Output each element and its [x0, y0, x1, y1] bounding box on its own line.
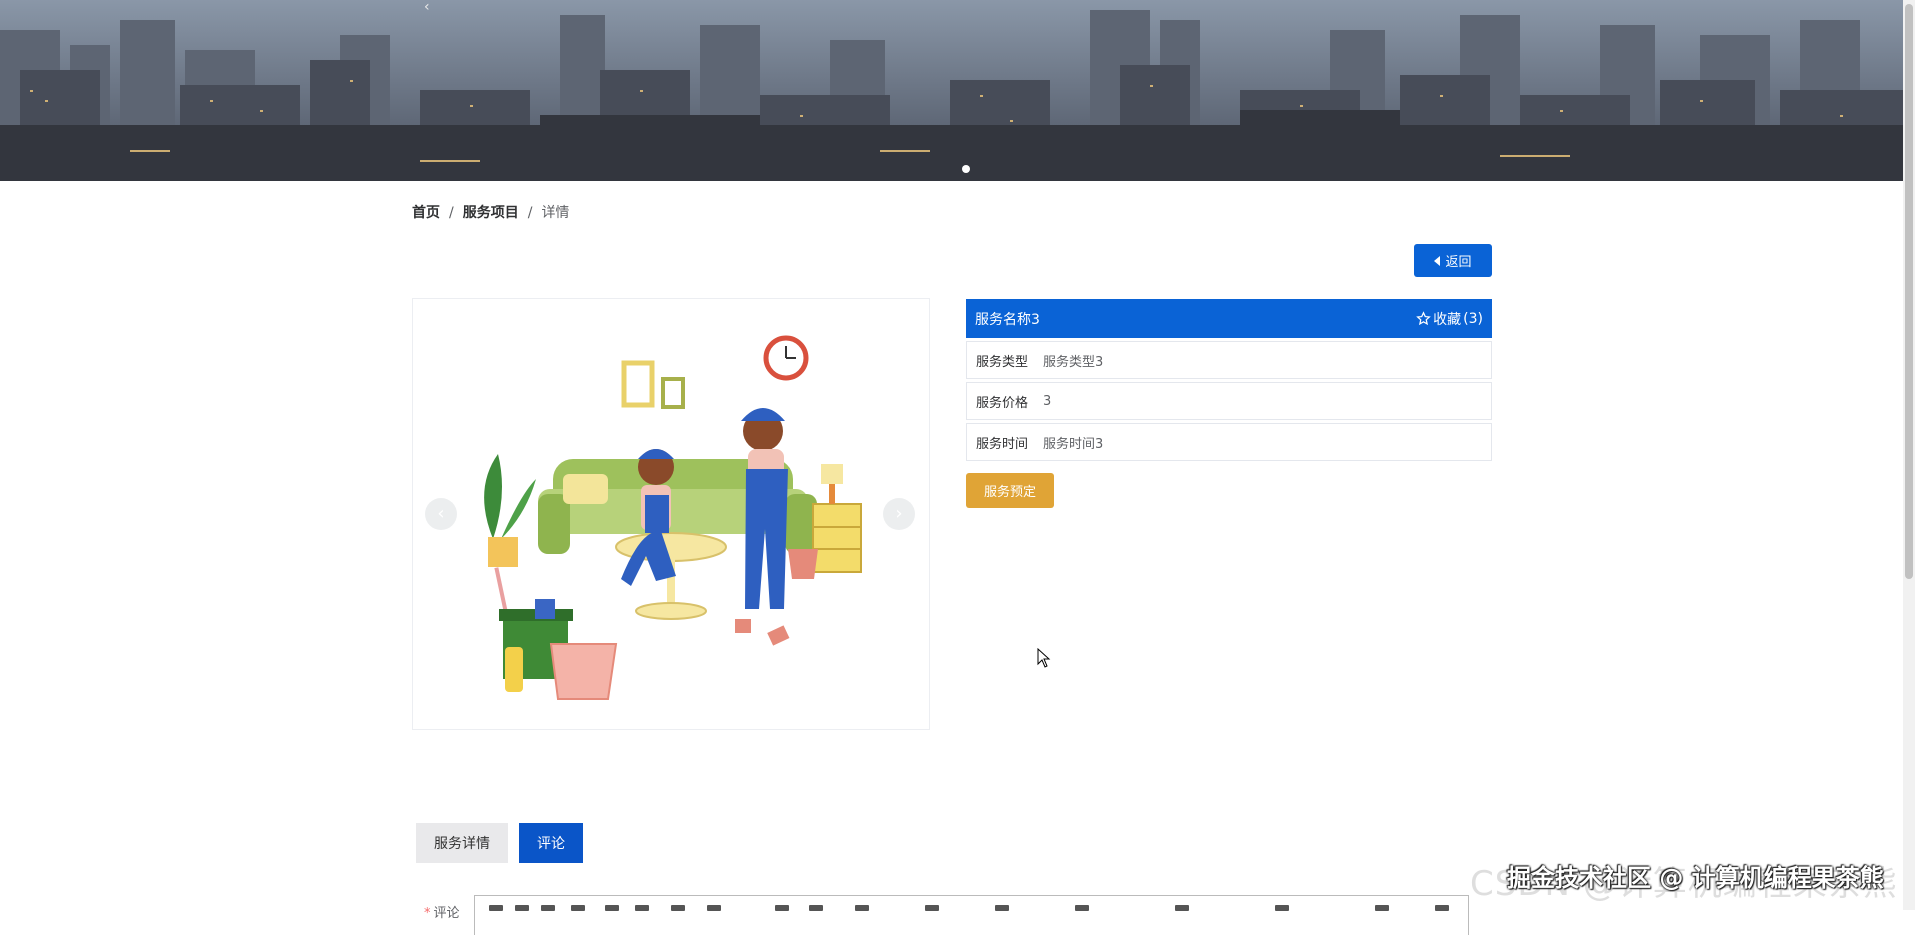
required-mark: * [424, 906, 431, 921]
toolbar-tool-icon[interactable] [809, 905, 823, 911]
service-name: 服务名称3 [975, 311, 1040, 328]
toolbar-tool-icon[interactable] [671, 905, 685, 911]
info-label: 服务价格 [976, 395, 1029, 411]
city-skyline-image [0, 0, 1903, 181]
gallery-prev-icon[interactable]: ‹ [425, 498, 457, 530]
favorite-button[interactable]: 收藏3 [1416, 309, 1483, 329]
info-row-time: 服务时间 服务时间3 [966, 423, 1492, 461]
gallery-next-icon[interactable]: › [883, 498, 915, 530]
breadcrumb-services[interactable]: 服务项目 [463, 204, 519, 222]
info-row-type: 服务类型 服务类型3 [966, 341, 1492, 379]
breadcrumb-home[interactable]: 首页 [412, 204, 440, 222]
toolbar-tool-icon[interactable] [489, 905, 503, 911]
service-image-carousel: ‹ › [412, 298, 930, 730]
toolbar-tool-icon[interactable] [995, 905, 1009, 911]
toolbar-tool-icon[interactable] [707, 905, 721, 911]
favorite-count: 3 [1463, 311, 1483, 327]
toolbar-tool-icon[interactable] [775, 905, 789, 911]
info-label: 服务时间 [976, 436, 1029, 452]
watermark: 掘金技术社区 @ 计算机编程果茶熊 [1507, 864, 1884, 892]
comment-label-text: 评论 [433, 906, 460, 921]
breadcrumb: 首页 / 服务项目 / 详情 [412, 204, 569, 222]
hero-banner: ‹ [0, 0, 1903, 181]
caret-left-icon [1434, 255, 1441, 266]
toolbar-tool-icon[interactable] [1435, 905, 1449, 911]
info-label: 服务类型 [976, 354, 1029, 370]
mouse-cursor-icon [1037, 648, 1051, 668]
toolbar-tool-icon[interactable] [1075, 905, 1089, 911]
info-value: 服务时间3 [1043, 436, 1104, 452]
toolbar-tool-icon[interactable] [1375, 905, 1389, 911]
tab-comments[interactable]: 评论 [519, 823, 583, 863]
carousel-indicator-dot[interactable] [962, 165, 970, 173]
breadcrumb-current: 详情 [541, 205, 570, 221]
cleaning-illustration [484, 335, 862, 700]
toolbar-tool-icon[interactable] [515, 905, 529, 911]
book-service-button[interactable]: 服务预定 [966, 473, 1054, 508]
toolbar-tool-icon[interactable] [1175, 905, 1189, 911]
info-value: 3 [1043, 393, 1052, 409]
info-row-price: 服务价格 3 [966, 382, 1492, 420]
service-header: 服务名称3 收藏3 [966, 299, 1492, 338]
toolbar-tool-icon[interactable] [1275, 905, 1289, 911]
breadcrumb-separator: / [449, 205, 454, 221]
star-outline-icon [1416, 311, 1431, 326]
comment-field-label: * 评论 [424, 902, 460, 921]
toolbar-tool-icon[interactable] [605, 905, 619, 911]
favorite-label: 收藏 [1433, 311, 1462, 328]
back-button-label: 返回 [1445, 255, 1472, 270]
breadcrumb-separator: / [527, 205, 533, 221]
banner-prev-icon[interactable]: ‹ [424, 0, 440, 14]
page-scrollbar-thumb[interactable] [1905, 4, 1913, 579]
tab-service-detail[interactable]: 服务详情 [416, 823, 508, 863]
toolbar-tool-icon[interactable] [635, 905, 649, 911]
rich-text-toolbar[interactable] [474, 895, 1469, 935]
toolbar-tool-icon[interactable] [571, 905, 585, 911]
toolbar-tool-icon[interactable] [541, 905, 555, 911]
toolbar-tool-icon[interactable] [925, 905, 939, 911]
toolbar-tool-icon[interactable] [855, 905, 869, 911]
info-value: 服务类型3 [1043, 354, 1104, 370]
back-button[interactable]: 返回 [1414, 244, 1492, 277]
